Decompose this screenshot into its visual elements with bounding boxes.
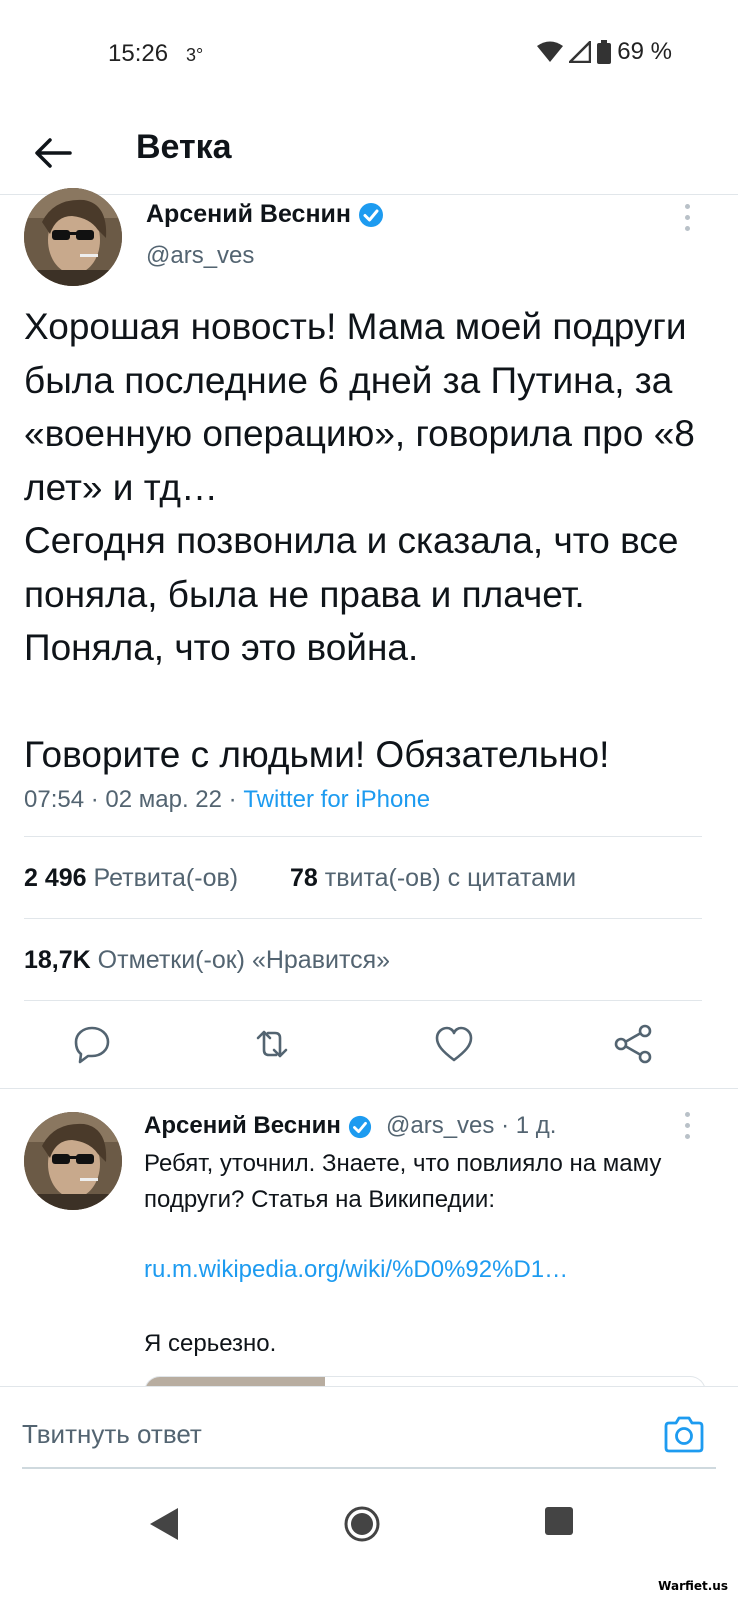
compose-bar: Твитнуть ответ — [0, 1386, 738, 1483]
reply-text-end: Я серьезно. — [144, 1330, 277, 1357]
status-bar: 15:26 3° 69 % — [0, 0, 738, 110]
likes-divider — [24, 1000, 702, 1001]
recents-square-icon[interactable] — [544, 1506, 574, 1536]
likes-count: 18,7K — [24, 946, 91, 974]
tweet-meta: 07:54 · 02 мар. 22 · Twitter for iPhone — [24, 786, 431, 813]
tweet-text: Хорошая новость! Мама моей подруги была … — [24, 306, 695, 775]
battery-percent: 69 % — [617, 38, 672, 65]
status-time: 15:26 — [108, 40, 169, 67]
camera-icon[interactable] — [662, 1413, 706, 1457]
top-bar: Ветка — [0, 110, 738, 198]
quotes-count: 78 — [290, 864, 318, 892]
tweet-time: 07:54 — [24, 786, 85, 813]
system-nav-bar: Warfiet.us — [0, 1482, 738, 1599]
author-handle[interactable]: @ars_ves — [146, 242, 254, 270]
back-triangle-icon[interactable] — [148, 1506, 180, 1542]
retweets-count: 2 496 — [24, 864, 87, 892]
verified-badge-icon — [348, 1115, 371, 1138]
tweet-source[interactable]: Twitter for iPhone — [243, 786, 430, 813]
reply-more-options-icon[interactable] — [682, 1112, 692, 1139]
retweet-icon[interactable] — [250, 1022, 294, 1066]
meta-divider — [24, 836, 702, 837]
quote-stats[interactable]: 78 твита(-ов) с цитатами — [290, 864, 576, 893]
battery-icon — [597, 40, 612, 64]
avatar[interactable] — [24, 188, 122, 286]
more-options-icon[interactable] — [682, 204, 692, 231]
author-name[interactable]: Арсений Веснин — [146, 200, 384, 229]
quotes-label: твита(-ов) с цитатами — [324, 864, 577, 892]
reply-text: Ребят, уточнил. Знаете, что повлияло на … — [144, 1150, 662, 1213]
verified-badge-icon — [358, 203, 383, 228]
tweet-actions — [0, 1010, 738, 1086]
reply-author-name[interactable]: Арсений Веснин — [144, 1112, 372, 1140]
home-circle-icon[interactable] — [344, 1506, 380, 1542]
likes-stats[interactable]: 18,7K Отметки(-ок) «Нравится» — [24, 946, 390, 975]
reply-handle-time[interactable]: @ars_ves · 1 д. — [386, 1112, 556, 1140]
signal-icon — [569, 41, 592, 63]
retweets-label: Ретвита(-ов) — [93, 864, 239, 892]
reply-link[interactable]: ru.m.wikipedia.org/wiki/%D0%92%D1… — [144, 1256, 568, 1284]
wifi-icon — [537, 41, 564, 62]
stats-divider — [24, 918, 702, 919]
arrow-left-icon[interactable] — [30, 130, 76, 176]
retweet-stats[interactable]: 2 496 Ретвита(-ов) — [24, 864, 238, 893]
likes-label: Отметки(-ок) «Нравится» — [97, 946, 391, 974]
tweet-date: 02 мар. 22 — [105, 786, 222, 813]
status-right: 69 % — [537, 38, 672, 66]
header-divider — [0, 194, 738, 195]
reply-author-name-text: Арсений Веснин — [144, 1112, 341, 1139]
compose-underline — [22, 1467, 716, 1469]
reply-icon[interactable] — [70, 1022, 114, 1066]
share-icon[interactable] — [612, 1022, 656, 1066]
reply-avatar[interactable] — [24, 1112, 122, 1210]
like-icon[interactable] — [432, 1022, 476, 1066]
reply-input[interactable]: Твитнуть ответ — [22, 1419, 202, 1450]
author-name-text: Арсений Веснин — [146, 200, 352, 228]
actions-divider — [0, 1088, 738, 1089]
page-title: Ветка — [136, 128, 232, 166]
watermark: Warfiet.us — [658, 1579, 728, 1593]
status-temperature: 3° — [186, 45, 204, 65]
